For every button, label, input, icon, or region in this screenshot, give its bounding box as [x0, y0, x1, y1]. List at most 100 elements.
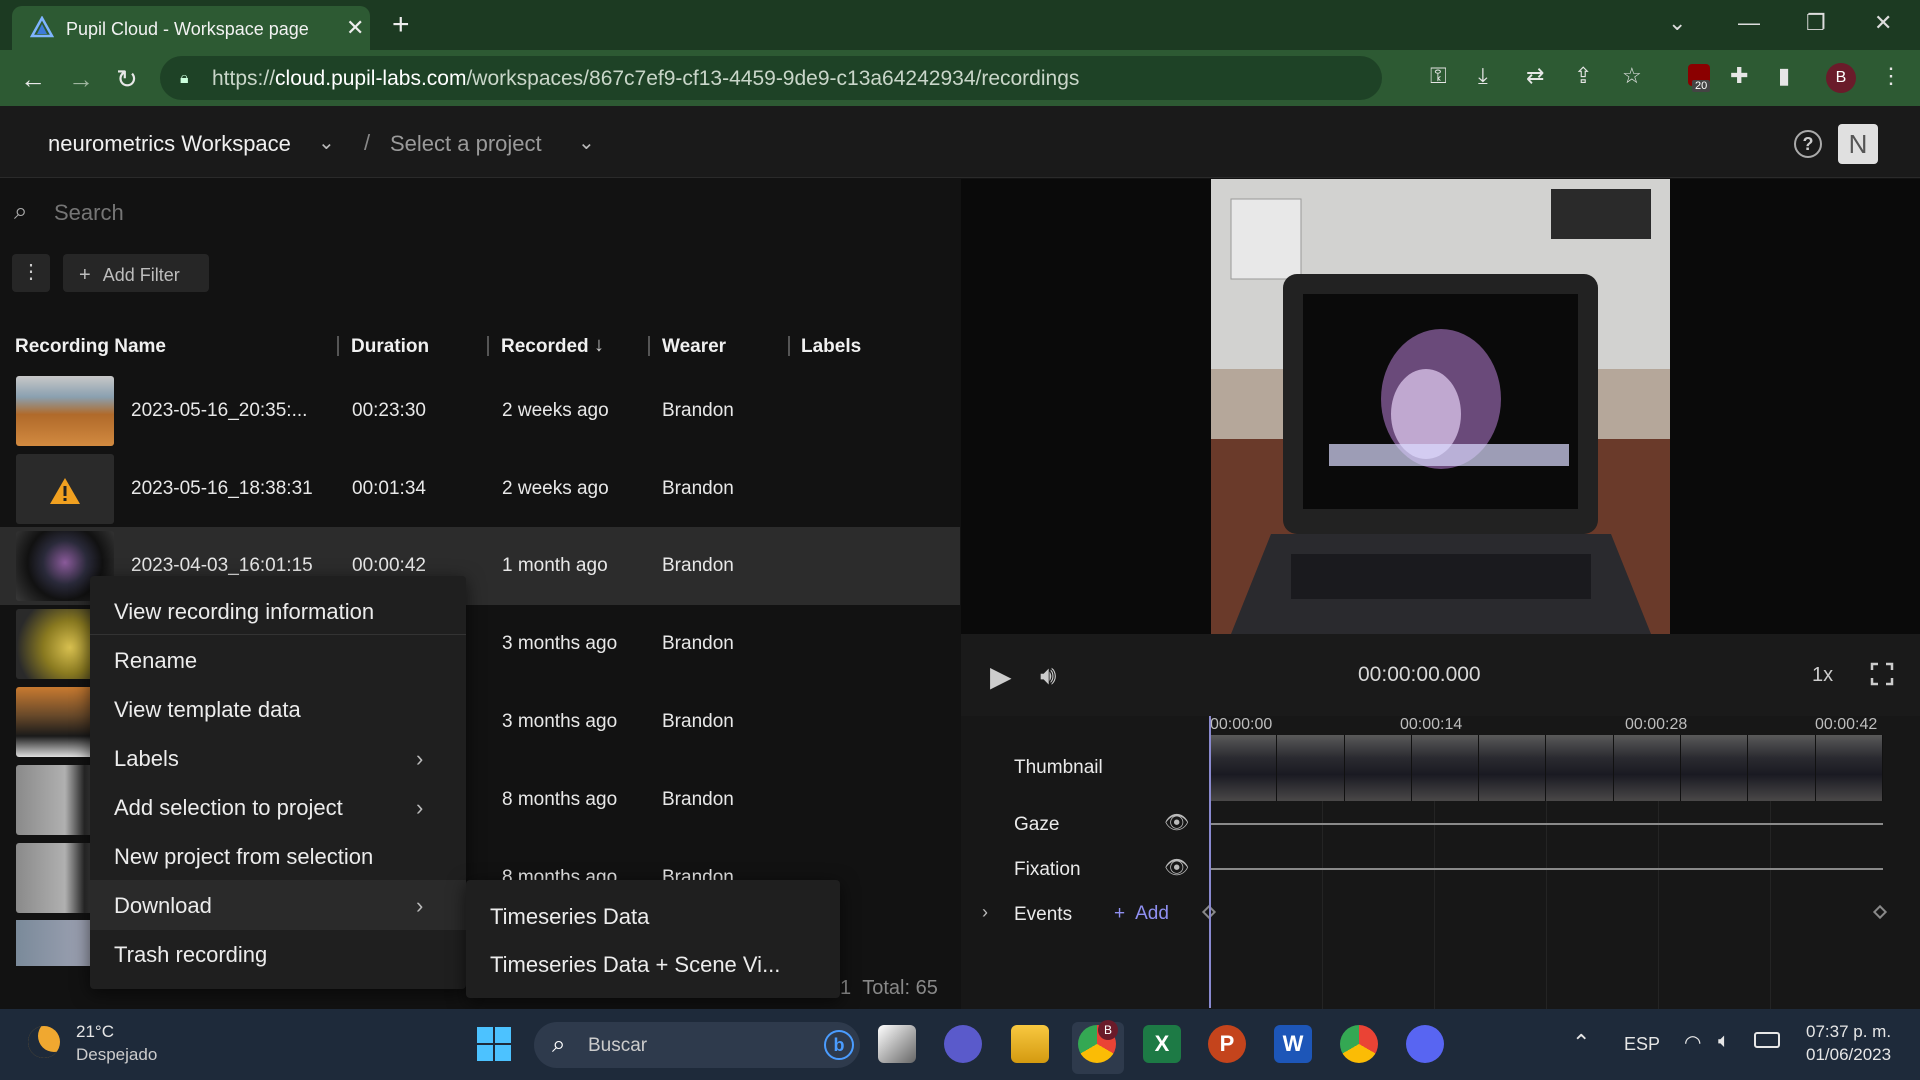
thumbnail-frame	[1411, 735, 1480, 801]
menu-item-download[interactable]: Download	[114, 893, 212, 919]
file-explorer-icon[interactable]	[1011, 1025, 1049, 1063]
input-language[interactable]: ESP	[1624, 1034, 1660, 1055]
eye-icon[interactable]: 👁︎	[1164, 855, 1189, 880]
user-avatar[interactable]: N	[1838, 124, 1878, 164]
submenu-item-timeseries-scene-video[interactable]: Timeseries Data + Scene Vi...	[490, 952, 780, 978]
chevron-down-icon[interactable]: ⌄	[318, 130, 335, 155]
minimize-icon[interactable]: —	[1738, 10, 1760, 36]
clock-time[interactable]: 07:37 p. m.	[1806, 1022, 1891, 1042]
window-close-icon[interactable]: ✕	[1874, 10, 1892, 36]
tab-search-icon[interactable]: ⌄	[1668, 10, 1686, 36]
help-icon[interactable]: ?	[1794, 130, 1822, 158]
column-header-duration[interactable]: Duration	[351, 336, 429, 358]
thumbnail-frame	[1748, 735, 1816, 801]
taskbar-search-placeholder: Buscar	[588, 1035, 648, 1056]
scene-video[interactable]	[1211, 179, 1670, 634]
recording-thumbnail	[16, 376, 114, 446]
column-header-recorded[interactable]: Recorded	[501, 336, 589, 358]
excel-icon[interactable]: X	[1143, 1025, 1181, 1063]
search-input[interactable]	[54, 200, 654, 226]
translate-icon[interactable]: ⇄	[1526, 63, 1544, 89]
timeline-tick-label: 00:00:42	[1815, 716, 1878, 733]
volume-icon[interactable]: 🔊︎	[1040, 660, 1056, 692]
chevron-down-icon[interactable]: ⌄	[578, 130, 595, 155]
table-row[interactable]: 2023-05-16_20:35:... 00:23:30 2 weeks ag…	[0, 372, 960, 450]
project-selector[interactable]: Select a project	[390, 131, 542, 157]
recording-date: 3 months ago	[502, 711, 618, 732]
moon-weather-icon[interactable]	[28, 1026, 60, 1058]
column-divider	[648, 336, 650, 356]
search-icon: ⌕	[552, 1031, 566, 1058]
column-header-name[interactable]: Recording Name	[15, 336, 166, 358]
timecode: 00:00:00.000	[1358, 663, 1481, 686]
fullscreen-icon[interactable]	[1870, 662, 1894, 686]
play-icon[interactable]: ▶	[990, 660, 1012, 693]
powerpoint-icon[interactable]: P	[1208, 1025, 1246, 1063]
forward-icon[interactable]: →	[68, 64, 94, 95]
task-view-icon[interactable]	[878, 1025, 916, 1063]
timeline-tick-label: 00:00:00	[1210, 716, 1273, 733]
speaker-icon[interactable]: 🔈︎	[1718, 1030, 1730, 1053]
menu-item-view-info[interactable]: View recording information	[114, 599, 374, 625]
restore-icon[interactable]: ❐	[1806, 10, 1826, 36]
column-divider	[487, 336, 489, 356]
url-path: /workspaces/867c7ef9-cf13-4459-9de9-c13a…	[466, 67, 1080, 90]
extensions-puzzle-icon[interactable]: ✚	[1730, 63, 1748, 89]
browser-menu-icon[interactable]: ⋮	[1880, 63, 1902, 89]
menu-item-new-project[interactable]: New project from selection	[114, 844, 373, 870]
chevron-up-icon[interactable]: ⌃	[1572, 1030, 1590, 1056]
recording-wearer: Brandon	[662, 400, 734, 421]
discord-icon[interactable]	[1406, 1025, 1444, 1063]
wifi-icon[interactable]: ◠	[1684, 1030, 1701, 1055]
back-icon[interactable]: ←	[20, 64, 46, 95]
install-icon[interactable]: ⤓	[1478, 63, 1488, 89]
menu-item-add-to-project[interactable]: Add selection to project	[114, 795, 343, 821]
bing-icon[interactable]: b	[824, 1030, 854, 1060]
track-label-fixation: Fixation	[1014, 859, 1081, 880]
reload-icon[interactable]: ↻	[116, 64, 138, 95]
sort-down-arrow-icon[interactable]: ↓	[594, 334, 604, 357]
ublock-extension-icon[interactable]: 20	[1686, 62, 1714, 96]
clock-date[interactable]: 01/06/2023	[1806, 1045, 1891, 1065]
menu-item-view-template[interactable]: View template data	[114, 697, 301, 723]
submenu-item-timeseries[interactable]: Timeseries Data	[490, 904, 649, 930]
teams-chat-icon[interactable]	[944, 1025, 982, 1063]
thumbnail-strip[interactable]	[1210, 735, 1883, 801]
column-header-wearer[interactable]: Wearer	[662, 336, 726, 358]
more-options-button[interactable]: ⋮	[12, 254, 50, 292]
url-text[interactable]: https://cloud.pupil-labs.com/workspaces/…	[212, 67, 1079, 91]
chrome-icon[interactable]	[1340, 1025, 1378, 1063]
battery-icon[interactable]	[1754, 1032, 1780, 1048]
chevron-right-icon[interactable]: ›	[982, 902, 988, 923]
add-filter-button[interactable]: + Add Filter	[63, 254, 209, 292]
table-row[interactable]: 2023-05-16_18:38:31 00:01:34 2 weeks ago…	[0, 450, 960, 528]
playback-speed[interactable]: 1x	[1812, 664, 1833, 687]
menu-item-rename[interactable]: Rename	[114, 648, 197, 674]
column-header-labels[interactable]: Labels	[801, 336, 861, 358]
eye-icon[interactable]: 👁︎	[1164, 810, 1189, 835]
column-divider	[337, 336, 339, 356]
add-event-button[interactable]: + Add	[1114, 903, 1169, 925]
share-icon[interactable]: ⇪	[1574, 63, 1592, 89]
menu-item-labels[interactable]: Labels	[114, 746, 179, 772]
add-filter-label: Add Filter	[102, 265, 180, 285]
weather-description[interactable]: Despejado	[76, 1045, 157, 1065]
word-icon[interactable]: W	[1274, 1025, 1312, 1063]
recording-date: 8 months ago	[502, 789, 618, 810]
side-panel-icon[interactable]: ▮	[1778, 63, 1790, 89]
profile-avatar[interactable]: B	[1826, 63, 1856, 93]
bookmark-star-icon[interactable]: ☆	[1622, 63, 1642, 89]
grid-line	[1658, 800, 1659, 1010]
workspace-name[interactable]: neurometrics Workspace	[48, 131, 291, 157]
windows-start-icon[interactable]	[476, 1026, 512, 1062]
tab-close-icon[interactable]: ✕	[346, 15, 364, 41]
playhead[interactable]	[1209, 716, 1211, 1008]
menu-item-trash[interactable]: Trash recording	[114, 942, 267, 968]
track-label-events: Events	[1014, 904, 1073, 925]
taskbar-search[interactable]: ⌕ Buscar b	[534, 1022, 860, 1068]
new-tab-icon[interactable]: +	[392, 8, 410, 42]
recording-date: 3 months ago	[502, 633, 618, 654]
weather-temperature[interactable]: 21°C	[76, 1022, 114, 1042]
key-icon[interactable]: ⚿	[1430, 63, 1447, 89]
browser-tab-active[interactable]: Pupil Cloud - Workspace page ✕	[12, 6, 370, 50]
